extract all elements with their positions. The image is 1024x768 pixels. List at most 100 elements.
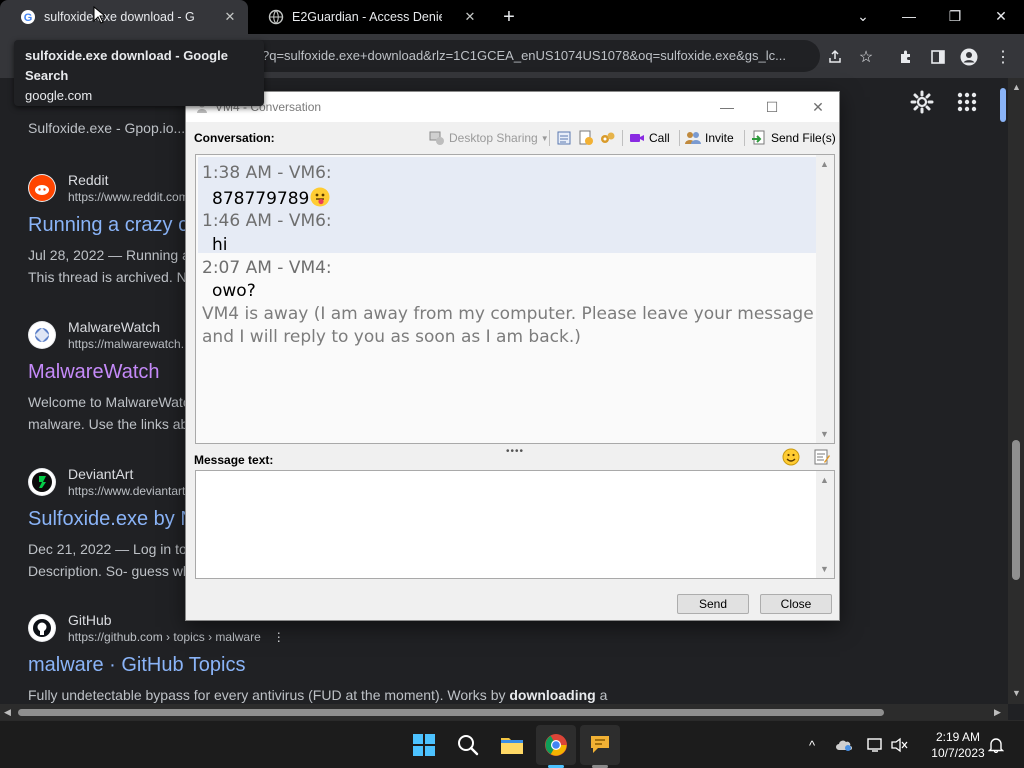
call-button[interactable]: Call [629, 128, 670, 148]
result-url[interactable]: https://malwarewatch. [68, 336, 184, 352]
message-text-value: 878779789 [212, 189, 310, 209]
message-input[interactable]: ▲ ▼ [195, 470, 835, 579]
splitter-grip[interactable]: •••• [506, 446, 524, 457]
bookmark-star-icon[interactable]: ☆ [855, 46, 877, 68]
search-icon[interactable] [448, 725, 488, 765]
tooltip-domain: google.com [25, 88, 93, 103]
partial-result-snippet: Sulfoxide.exe - Gpop.io... [28, 120, 186, 136]
close-window-icon[interactable]: ✕ [989, 6, 1013, 26]
toolbar-separator [744, 130, 745, 146]
tab-google-search[interactable]: G sulfoxide.exe download - Google ✕ [0, 0, 248, 34]
result-url[interactable]: https://github.com › topics › malware ⋮ [68, 629, 285, 645]
maximize-icon[interactable]: ☐ [762, 98, 782, 116]
result-title-link[interactable]: malware · GitHub Topics [28, 652, 728, 678]
message-header: 1:46 AM - VM6: [202, 211, 332, 231]
tab-hover-tooltip: sulfoxide.exe download - Google Search g… [14, 40, 264, 106]
send-files-label: Send File(s) [771, 131, 836, 145]
message-scrollbar[interactable]: ▲ ▼ [816, 471, 834, 578]
message-text-label: Message text: [194, 453, 274, 467]
toolbar-separator [549, 130, 550, 146]
google-apps-icon[interactable] [956, 91, 978, 118]
chrome-taskbar-icon[interactable] [536, 725, 576, 765]
desktop-sharing-button[interactable]: Desktop Sharing ▼ [429, 128, 549, 148]
result-site-name: MalwareWatch [68, 319, 161, 335]
scroll-up-icon[interactable]: ▲ [820, 475, 829, 485]
mouse-cursor-icon [93, 5, 107, 29]
message-text: hi [212, 235, 228, 255]
page-vertical-scrollbar[interactable]: ▲ ▼ [1008, 78, 1024, 704]
result-menu-icon[interactable]: ⋮ [273, 630, 285, 644]
toolbar-separator [622, 130, 623, 146]
taskbar-clock[interactable]: 2:19 AM 10/7/2023 [920, 729, 996, 761]
emoticon-picker-icon[interactable] [782, 448, 800, 466]
share-icon[interactable] [824, 46, 846, 68]
volume-muted-icon[interactable] [890, 735, 910, 755]
history-button[interactable] [578, 128, 598, 148]
history-icon [578, 130, 594, 146]
message-text: 878779789 [212, 187, 330, 212]
github-logo-icon [28, 614, 56, 642]
dialog-titlebar[interactable]: VM4 - Conversation — ☐ ✕ [186, 92, 839, 122]
message-header: 2:07 AM - VM4: [202, 258, 332, 278]
kebab-menu-icon[interactable]: ⋮ [992, 46, 1014, 68]
network-icon[interactable] [866, 735, 886, 755]
scrollbar-thumb[interactable] [18, 709, 884, 716]
video-camera-icon [629, 130, 645, 146]
result-url[interactable]: https://www.deviantart [68, 483, 185, 499]
close-icon[interactable]: ✕ [808, 98, 828, 116]
message-header: 1:38 AM - VM6: [202, 163, 332, 183]
settings-gear-icon[interactable] [910, 90, 934, 119]
onedrive-cloud-icon[interactable] [834, 735, 854, 755]
result-url[interactable]: https://www.reddit.com [68, 189, 189, 205]
profile-ring-edge [1000, 88, 1006, 122]
scroll-down-icon[interactable]: ▼ [820, 429, 829, 439]
scroll-down-icon[interactable]: ▼ [820, 564, 829, 574]
send-file-icon [751, 130, 767, 146]
minimize-icon[interactable]: — [897, 6, 921, 26]
page-horizontal-scrollbar[interactable]: ◀ ▶ [0, 704, 1008, 720]
text-format-icon[interactable] [813, 448, 831, 466]
tab-title: E2Guardian - Access Denied [292, 10, 442, 24]
notification-bell-icon[interactable] [986, 735, 1006, 755]
extensions-puzzle-icon[interactable] [895, 46, 917, 68]
address-bar[interactable]: ?q=sulfoxide.exe+download&rlz=1C1GCEA_en… [240, 40, 820, 72]
gears-icon [600, 130, 616, 146]
close-icon[interactable]: ✕ [462, 9, 478, 25]
clock-date: 10/7/2023 [931, 746, 985, 760]
conversation-scrollbar[interactable]: ▲ ▼ [816, 155, 834, 443]
invite-users-icon [685, 130, 701, 146]
windows-taskbar: ^ 2:19 AM 10/7/2023 [0, 720, 1024, 768]
profile-avatar-icon[interactable] [958, 46, 980, 68]
tab-title: sulfoxide.exe download - Google [44, 10, 194, 24]
chevron-up-icon[interactable]: ^ [802, 735, 822, 755]
new-tab-button[interactable]: + [500, 7, 518, 27]
conversation-window: VM4 - Conversation — ☐ ✕ Conversation: D… [185, 91, 840, 621]
google-g-icon: G [20, 9, 36, 25]
notes-button[interactable] [556, 128, 576, 148]
search-result: GitHub https://github.com › topics › mal… [28, 610, 728, 704]
svg-text:G: G [24, 12, 33, 24]
scrollbar-thumb[interactable] [1012, 440, 1020, 580]
result-url-text: https://github.com › topics › malware [68, 630, 261, 644]
messenger-taskbar-icon[interactable] [580, 725, 620, 765]
conversation-history[interactable]: 1:38 AM - VM6: 878779789 1:46 AM - VM6: … [195, 154, 835, 444]
file-explorer-icon[interactable] [492, 725, 532, 765]
dropdown-arrow-icon: ▼ [540, 133, 549, 143]
tab-search-chevron-icon[interactable]: ⌄ [851, 6, 875, 26]
desktop-sharing-label: Desktop Sharing [449, 131, 538, 145]
invite-button[interactable]: Invite [685, 128, 734, 148]
send-files-button[interactable]: Send File(s) [751, 128, 836, 148]
restore-icon[interactable]: ❐ [943, 6, 967, 26]
settings-button[interactable] [600, 128, 620, 148]
side-panel-icon[interactable] [927, 46, 949, 68]
result-site-name: Reddit [68, 172, 109, 188]
close-button[interactable]: Close [760, 594, 832, 614]
start-windows-icon[interactable] [404, 725, 444, 765]
minimize-icon[interactable]: — [717, 98, 737, 116]
close-icon[interactable]: ✕ [222, 9, 238, 25]
result-site-name: DeviantArt [68, 466, 134, 482]
malwarewatch-logo-icon [28, 321, 56, 349]
scroll-up-icon[interactable]: ▲ [820, 159, 829, 169]
tab-e2guardian[interactable]: E2Guardian - Access Denied ✕ [248, 0, 488, 34]
send-button[interactable]: Send [677, 594, 749, 614]
